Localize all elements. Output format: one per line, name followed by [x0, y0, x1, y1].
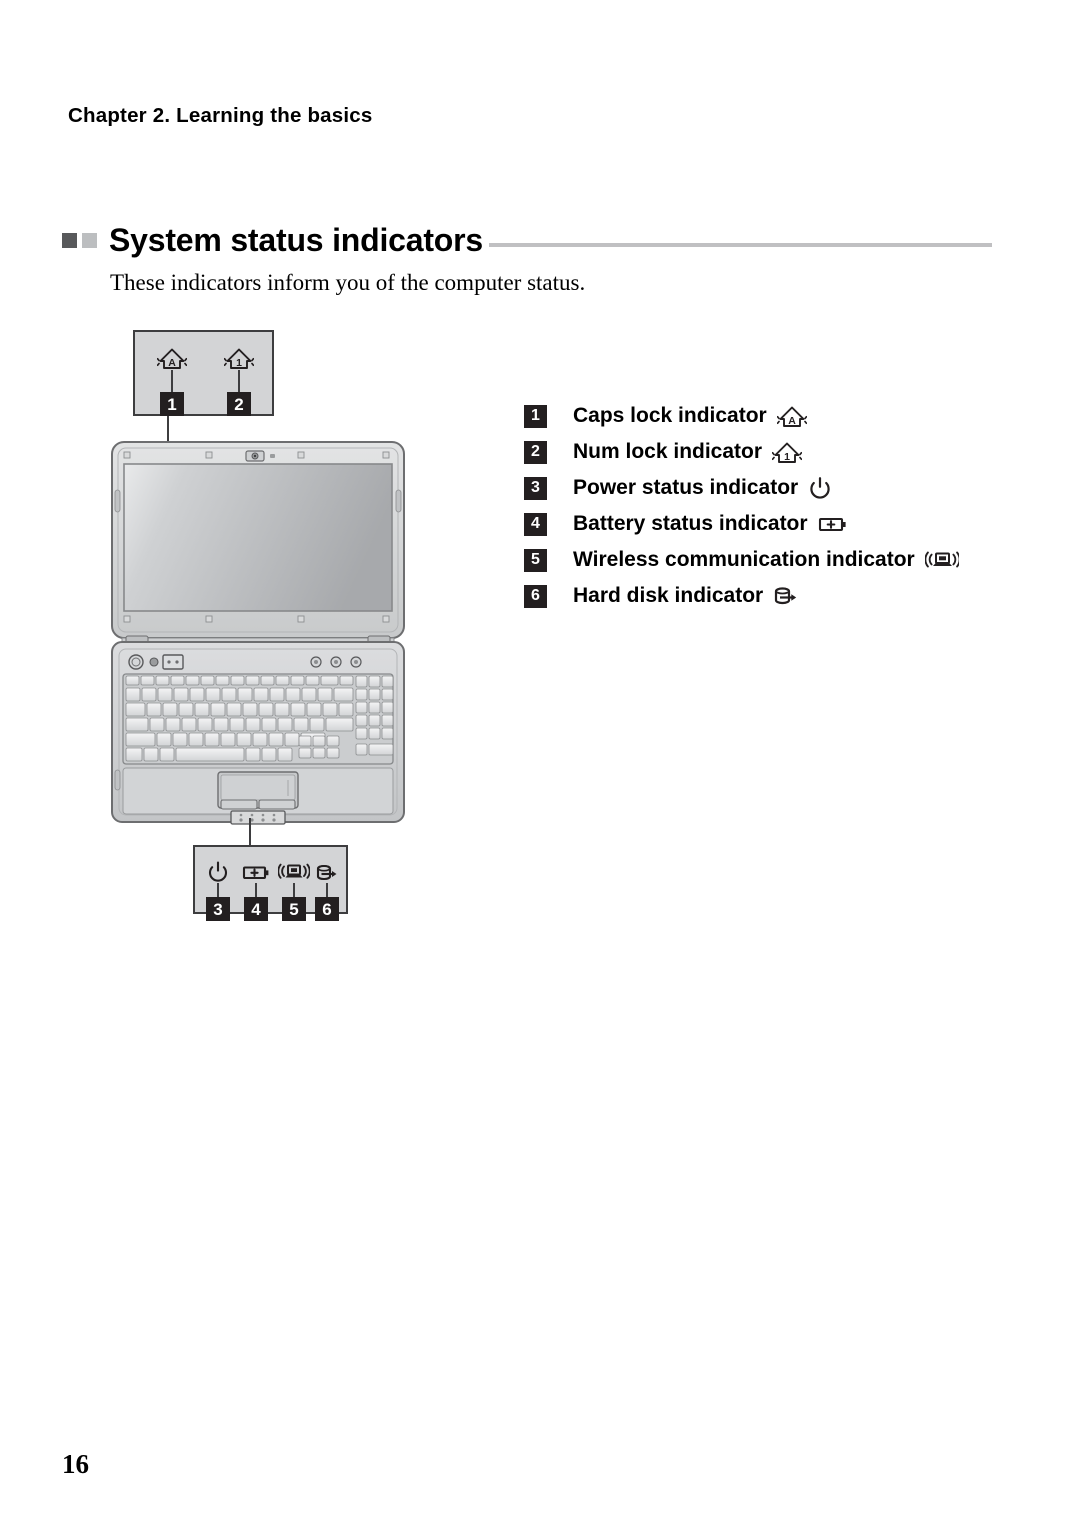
legend-label-hard-disk: Hard disk indicator	[573, 584, 764, 607]
callout-badge-6: 6	[315, 897, 339, 921]
leader-line-bottom	[249, 818, 251, 846]
callout-stem	[217, 883, 219, 897]
legend-badge-2: 2	[524, 440, 547, 464]
callout-stem	[238, 370, 240, 392]
chapter-header: Chapter 2. Learning the basics	[68, 104, 373, 127]
callout-badge-5: 5	[282, 897, 306, 921]
page-number: 16	[62, 1449, 89, 1479]
callout-box-bottom: 3 4 5 6	[193, 845, 348, 921]
power-icon	[808, 476, 832, 500]
bullet-square-dark-icon	[62, 233, 77, 248]
callout-badge-2: 2	[227, 392, 251, 416]
svg-text:A: A	[788, 415, 796, 427]
section-heading: System status indicators	[62, 222, 992, 259]
legend-badge-4: 4	[524, 512, 547, 536]
caps-lock-icon: A	[157, 340, 187, 370]
legend-label-battery-status: Battery status indicator	[573, 512, 808, 535]
list-item: 3 Power status indicator	[524, 470, 959, 506]
callout-badge-1: 1	[160, 392, 184, 416]
battery-icon	[818, 513, 848, 535]
notebook-illustration	[108, 440, 408, 825]
hard-disk-icon	[773, 584, 799, 608]
legend-label-caps-lock: Caps lock indicator	[573, 404, 767, 427]
wireless-icon	[278, 853, 310, 883]
legend-label-num-lock: Num lock indicator	[573, 440, 763, 463]
legend-badge-5: 5	[524, 548, 547, 572]
svg-text:1: 1	[784, 451, 790, 463]
indicator-legend-list: 1 Caps lock indicator A 2 Num lock indic…	[524, 398, 959, 614]
list-item: 1 Caps lock indicator A	[524, 398, 959, 434]
power-icon	[207, 853, 229, 883]
caps-lock-icon: A	[776, 404, 807, 428]
callout-stem	[171, 370, 173, 392]
intro-paragraph: These indicators inform you of the compu…	[110, 270, 586, 295]
legend-badge-3: 3	[524, 476, 547, 500]
legend-badge-1: 1	[524, 404, 547, 428]
wireless-icon	[924, 549, 959, 571]
legend-badge-6: 6	[524, 584, 547, 608]
list-item: 4 Battery status indicator	[524, 506, 959, 542]
heading-rule	[489, 243, 992, 247]
hard-disk-icon	[315, 853, 339, 883]
callout-badge-4: 4	[244, 897, 268, 921]
svg-text:A: A	[168, 357, 176, 369]
num-lock-icon: 1	[772, 440, 803, 464]
callout-badge-3: 3	[206, 897, 230, 921]
page-title: System status indicators	[109, 222, 483, 258]
callout-box-top: A 1 1 2	[133, 330, 274, 416]
callout-stem	[255, 883, 257, 897]
svg-text:1: 1	[236, 357, 242, 369]
list-item: 2 Num lock indicator 1	[524, 434, 959, 470]
battery-icon	[242, 853, 270, 883]
num-lock-icon: 1	[224, 340, 254, 370]
legend-label-power-status: Power status indicator	[573, 476, 799, 499]
legend-label-wireless: Wireless communication indicator	[573, 548, 915, 571]
bullet-square-light-icon	[82, 233, 97, 248]
callout-stem	[293, 883, 295, 897]
list-item: 5 Wireless communication indicator	[524, 542, 959, 578]
list-item: 6 Hard disk indicator	[524, 578, 959, 614]
callout-stem	[326, 883, 328, 897]
